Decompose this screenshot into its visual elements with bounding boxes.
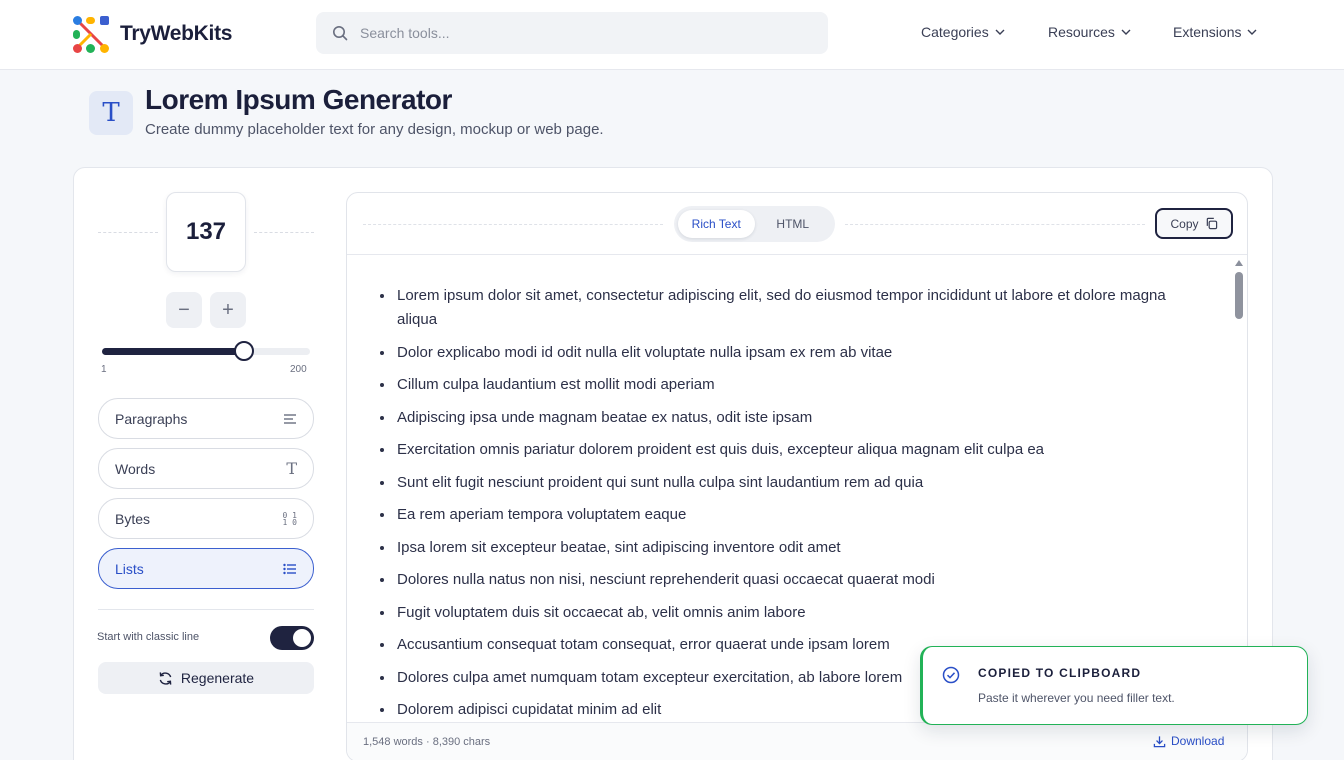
top-bar: TryWebKits Categories Resources Extensio… [0,0,1344,70]
list-item: Sunt elit fugit nesciunt proident qui su… [395,471,1185,495]
tab-rich-text[interactable]: Rich Text [678,210,755,238]
brand-name: TryWebKits [120,22,233,45]
divider [98,609,314,610]
mode-label: Bytes [115,510,151,527]
list-item: Lorem ipsum dolor sit amet, consectetur … [395,284,1185,332]
divider [845,224,1145,225]
regenerate-label: Regenerate [180,670,255,686]
tab-html[interactable]: HTML [755,210,832,238]
word-char-stats: 1,548 words · 8,390 chars [363,736,491,748]
tool-type-icon: T [89,91,133,135]
decrement-button[interactable]: − [166,292,202,328]
list-item: Exercitation omnis pariatur dolorem proi… [395,438,1185,462]
divider [363,224,663,225]
slider-fill [102,348,245,355]
search-icon [333,26,348,41]
increment-button[interactable]: + [210,292,246,328]
list-item: Ea rem aperiam tempora voluptatem eaque [395,503,1185,527]
slider-max-label: 200 [290,364,307,375]
output-header: Rich Text HTML Copy [347,193,1247,255]
mode-words-button[interactable]: Words T [98,448,314,489]
scroll-up-arrow[interactable] [1235,260,1243,266]
copy-button[interactable]: Copy [1155,208,1233,239]
check-circle-icon [942,666,960,684]
slider-min-label: 1 [101,364,107,375]
copied-toast: COPIED TO CLIPBOARD Paste it wherever yo… [920,646,1308,725]
mode-label: Paragraphs [115,410,188,427]
mode-bytes-button[interactable]: Bytes 0 11 0 [98,498,314,539]
slider-thumb[interactable] [234,341,255,361]
list-item: Fugit voluptatem duis sit occaecat ab, v… [395,601,1185,625]
copy-icon [1206,217,1217,230]
count-slider[interactable] [102,341,310,361]
logo-icon [73,16,109,53]
list-icon [283,563,297,575]
page-title: Lorem Ipsum Generator [145,84,452,115]
binary-icon: 0 11 0 [282,510,297,527]
nav-categories[interactable]: Categories [921,24,1005,40]
download-button[interactable]: Download [1153,734,1224,748]
list-item: Dolores nulla natus non nisi, nesciunt r… [395,568,1185,592]
output-format-tabs: Rich Text HTML [674,206,835,242]
count-display: 137 [166,192,246,272]
chevron-down-icon [995,29,1005,35]
mode-lists-button[interactable]: Lists [98,548,314,589]
output-footer: 1,548 words · 8,390 chars Download [347,722,1247,760]
nav-extensions-label: Extensions [1173,24,1242,40]
mode-paragraphs-button[interactable]: Paragraphs [98,398,314,439]
toggle-knob [293,629,311,647]
list-item: Cillum culpa laudantium est mollit modi … [395,373,1185,397]
list-item: Ipsa lorem sit excepteur beatae, sint ad… [395,536,1185,560]
download-icon [1153,735,1166,747]
regenerate-button[interactable]: Regenerate [98,662,314,694]
type-icon: T [286,459,297,478]
nav-categories-label: Categories [921,24,989,40]
refresh-icon [159,671,172,685]
classic-line-label: Start with classic line [97,631,200,643]
brand-logo[interactable]: TryWebKits [71,14,232,54]
list-item: Dolor explicabo modi id odit nulla elit … [395,341,1185,365]
search-bar[interactable] [316,12,828,54]
mode-label: Words [115,460,156,477]
divider [98,232,158,233]
page-subtitle: Create dummy placeholder text for any de… [145,121,604,138]
copy-label: Copy [1170,216,1199,231]
search-input[interactable] [360,25,780,41]
nav-resources[interactable]: Resources [1048,24,1131,40]
toast-message: Paste it wherever you need filler text. [978,691,1175,705]
download-label: Download [1171,734,1225,748]
mode-label: Lists [115,560,144,577]
classic-line-toggle[interactable] [270,626,314,650]
toast-title: COPIED TO CLIPBOARD [978,666,1142,680]
chevron-down-icon [1121,29,1131,35]
chevron-down-icon [1247,29,1257,35]
nav-extensions[interactable]: Extensions [1173,24,1257,40]
divider [254,232,314,233]
align-left-icon [283,413,297,425]
nav-resources-label: Resources [1048,24,1115,40]
scrollbar-thumb[interactable] [1235,272,1243,319]
list-item: Adipiscing ipsa unde magnam beatae ex na… [395,406,1185,430]
